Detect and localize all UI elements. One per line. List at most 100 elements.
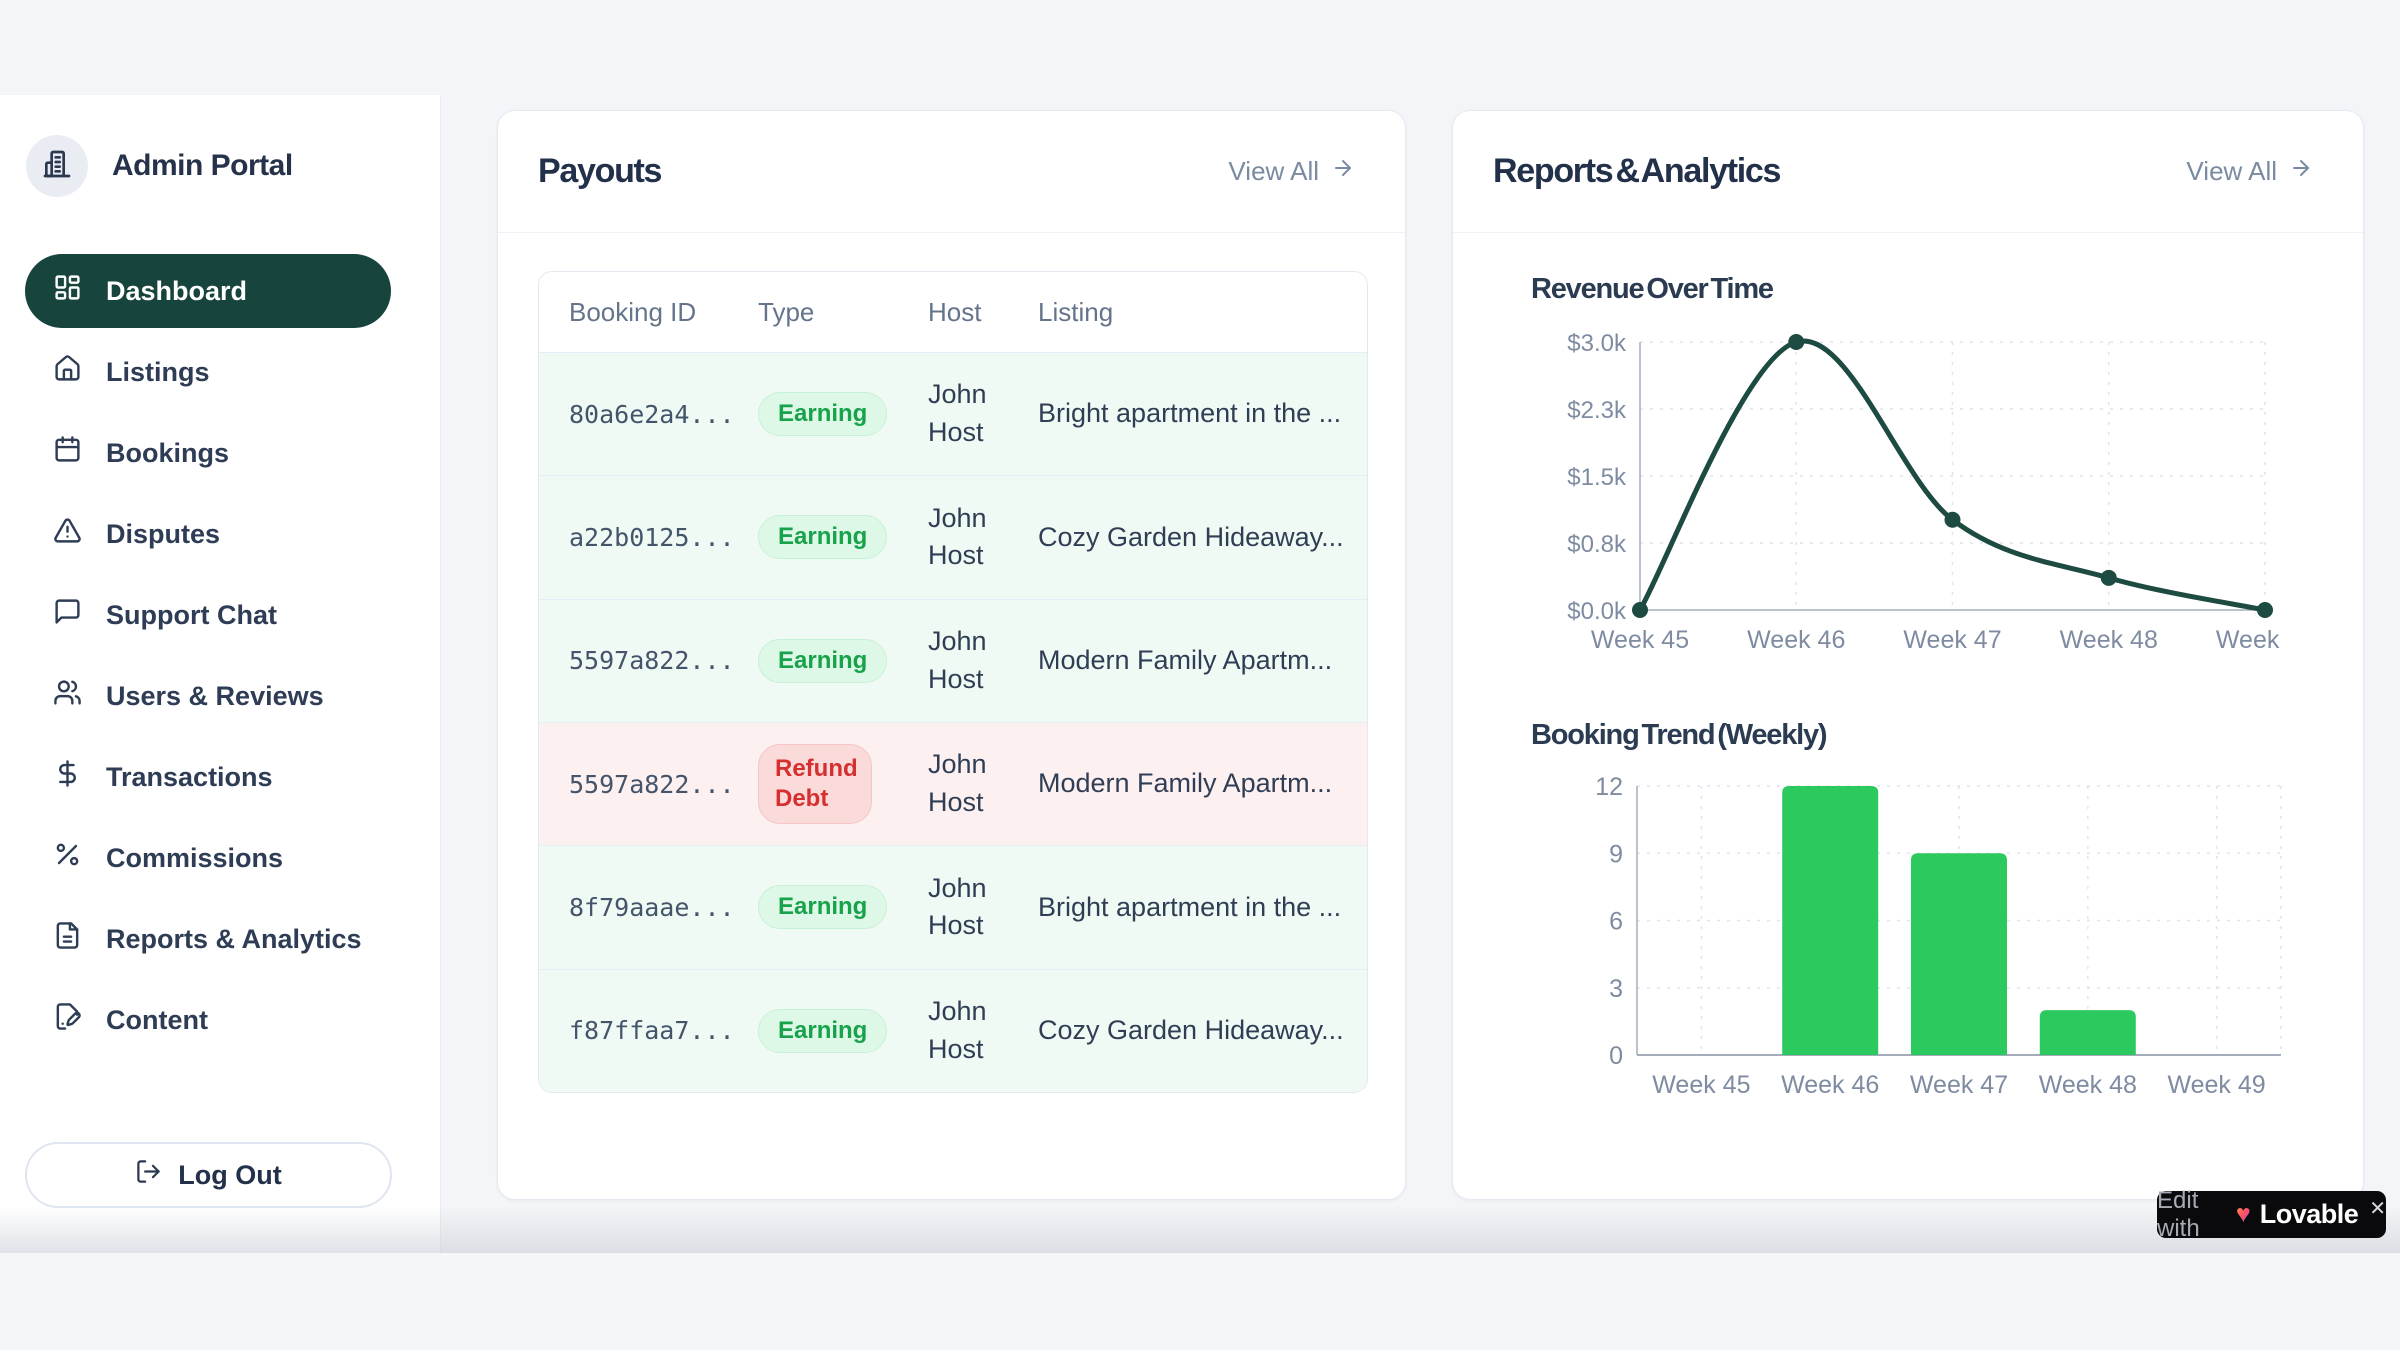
table-row[interactable]: 8f79aaae... Earning John Host Bright apa… bbox=[539, 845, 1367, 968]
listing-name: Modern Family Apartm... bbox=[1038, 765, 1367, 803]
column-header-listing: Listing bbox=[1038, 297, 1367, 328]
sidebar-item-label: Dashboard bbox=[106, 276, 247, 307]
booking-id: a22b0125... bbox=[569, 523, 758, 552]
host-name: John Host bbox=[928, 870, 1024, 946]
view-all-label: View All bbox=[2186, 156, 2277, 187]
payouts-table: Booking ID Type Host Listing 80a6e2a4...… bbox=[538, 271, 1368, 1093]
sidebar: Admin Portal Dashboard Listings Bookings… bbox=[0, 95, 441, 1253]
type-badge: Earning bbox=[758, 885, 887, 929]
table-row[interactable]: a22b0125... Earning John Host Cozy Garde… bbox=[539, 475, 1367, 598]
booking-bar-chart: 036912Week 45Week 46Week 47Week 48Week 4… bbox=[1541, 771, 2301, 1106]
listing-name: Bright apartment in the ... bbox=[1038, 395, 1367, 433]
sidebar-item-label: Bookings bbox=[106, 438, 229, 469]
svg-text:$0.0k: $0.0k bbox=[1567, 598, 1627, 625]
listing-name: Cozy Garden Hideaway... bbox=[1038, 519, 1367, 557]
svg-text:$3.0k: $3.0k bbox=[1567, 330, 1627, 357]
booking-id: 8f79aaae... bbox=[569, 893, 758, 922]
svg-text:3: 3 bbox=[1609, 975, 1623, 1003]
sidebar-item-label: Support Chat bbox=[106, 600, 277, 631]
svg-text:Week 49: Week 49 bbox=[2167, 1071, 2265, 1099]
svg-text:6: 6 bbox=[1609, 908, 1623, 936]
sidebar-item-label: Transactions bbox=[106, 762, 273, 793]
percent-icon bbox=[53, 840, 82, 876]
users-icon bbox=[53, 678, 82, 714]
svg-text:9: 9 bbox=[1609, 840, 1623, 868]
home-icon bbox=[53, 354, 82, 390]
booking-id: 5597a822... bbox=[569, 646, 758, 675]
table-row[interactable]: 5597a822... Refund Debt John Host Modern… bbox=[539, 722, 1367, 845]
table-row[interactable]: f87ffaa7... Earning John Host Cozy Garde… bbox=[539, 969, 1367, 1092]
logout-button[interactable]: Log Out bbox=[25, 1142, 392, 1208]
sidebar-item-users-reviews[interactable]: Users & Reviews bbox=[25, 659, 391, 733]
type-badge: Earning bbox=[758, 639, 887, 683]
sidebar-item-dashboard[interactable]: Dashboard bbox=[25, 254, 391, 328]
brand-avatar bbox=[26, 135, 88, 197]
svg-text:Week 48: Week 48 bbox=[2039, 1071, 2137, 1099]
payouts-view-all-link[interactable]: View All bbox=[1228, 156, 1355, 187]
column-header-booking-id: Booking ID bbox=[569, 297, 758, 328]
listing-name: Bright apartment in the ... bbox=[1038, 889, 1367, 927]
reports-title: Reports & Analytics bbox=[1493, 152, 1780, 191]
booking-id: 80a6e2a4... bbox=[569, 400, 758, 429]
svg-text:0: 0 bbox=[1609, 1042, 1623, 1070]
arrow-right-icon bbox=[1331, 156, 1355, 187]
sidebar-item-reports-analytics[interactable]: Reports & Analytics bbox=[25, 902, 391, 976]
payouts-title: Payouts bbox=[538, 152, 661, 191]
listing-name: Cozy Garden Hideaway... bbox=[1038, 1012, 1367, 1050]
sidebar-item-support-chat[interactable]: Support Chat bbox=[25, 578, 391, 652]
host-name: John Host bbox=[928, 623, 1024, 699]
building-icon bbox=[41, 148, 73, 185]
file-pen-icon bbox=[53, 1002, 82, 1038]
type-badge: Refund Debt bbox=[758, 744, 872, 824]
calendar-icon bbox=[53, 435, 82, 471]
type-badge: Earning bbox=[758, 1009, 887, 1053]
booking-chart-title: Booking Trend (Weekly) bbox=[1531, 719, 1826, 752]
file-text-icon bbox=[53, 921, 82, 957]
host-name: John Host bbox=[928, 993, 1024, 1069]
svg-text:$2.3k: $2.3k bbox=[1567, 397, 1627, 424]
edit-with-lovable-badge[interactable]: Edit with ♥ Lovable ✕ bbox=[2157, 1191, 2386, 1238]
reports-analytics-card: Reports & Analytics View All Revenue Ove… bbox=[1452, 110, 2364, 1200]
reports-view-all-link[interactable]: View All bbox=[2186, 156, 2313, 187]
svg-text:Week 46: Week 46 bbox=[1781, 1071, 1879, 1099]
listing-name: Modern Family Apartm... bbox=[1038, 642, 1367, 680]
revenue-line-chart: $0.0k $0.8k $1.5k $2.3k $3.0k Week 45 Week 46 W… bbox=[1541, 326, 2281, 661]
brand: Admin Portal bbox=[26, 135, 293, 197]
sidebar-item-bookings[interactable]: Bookings bbox=[25, 416, 391, 490]
host-name: John Host bbox=[928, 746, 1024, 822]
svg-text:Week 47: Week 47 bbox=[1903, 626, 2001, 654]
logout-icon bbox=[135, 1158, 162, 1192]
sidebar-item-label: Disputes bbox=[106, 519, 220, 550]
sidebar-item-label: Reports & Analytics bbox=[106, 924, 362, 955]
svg-text:12: 12 bbox=[1595, 773, 1623, 801]
column-header-type: Type bbox=[758, 297, 928, 328]
svg-text:$1.5k: $1.5k bbox=[1567, 464, 1627, 491]
dashboard-icon bbox=[53, 273, 82, 309]
svg-text:Week 46: Week 46 bbox=[1747, 626, 1845, 654]
close-icon[interactable]: ✕ bbox=[2369, 1196, 2386, 1221]
table-row[interactable]: 5597a822... Earning John Host Modern Fam… bbox=[539, 599, 1367, 722]
sidebar-item-commissions[interactable]: Commissions bbox=[25, 821, 391, 895]
message-square-icon bbox=[53, 597, 82, 633]
sidebar-item-content[interactable]: Content bbox=[25, 983, 391, 1057]
svg-text:Week 45: Week 45 bbox=[1591, 626, 1689, 654]
payouts-table-header: Booking ID Type Host Listing bbox=[539, 272, 1367, 352]
sidebar-item-label: Users & Reviews bbox=[106, 681, 324, 712]
svg-text:Week 49: Week 49 bbox=[2216, 626, 2281, 654]
svg-text:$0.8k: $0.8k bbox=[1567, 531, 1627, 558]
sidebar-item-label: Commissions bbox=[106, 843, 283, 874]
arrow-right-icon bbox=[2289, 156, 2313, 187]
booking-id: 5597a822... bbox=[569, 770, 758, 799]
payouts-card: Payouts View All Booking ID Type Host Li… bbox=[497, 110, 1406, 1200]
host-name: John Host bbox=[928, 500, 1024, 576]
host-name: John Host bbox=[928, 376, 1024, 452]
footer-band bbox=[0, 1253, 2400, 1350]
sidebar-item-transactions[interactable]: Transactions bbox=[25, 740, 391, 814]
sidebar-item-label: Listings bbox=[106, 357, 210, 388]
dollar-icon bbox=[53, 759, 82, 795]
svg-text:Week 47: Week 47 bbox=[1910, 1071, 2008, 1099]
sidebar-item-disputes[interactable]: Disputes bbox=[25, 497, 391, 571]
sidebar-item-listings[interactable]: Listings bbox=[25, 335, 391, 409]
table-row[interactable]: 80a6e2a4... Earning John Host Bright apa… bbox=[539, 352, 1367, 475]
heart-icon: ♥ bbox=[2236, 1202, 2251, 1227]
